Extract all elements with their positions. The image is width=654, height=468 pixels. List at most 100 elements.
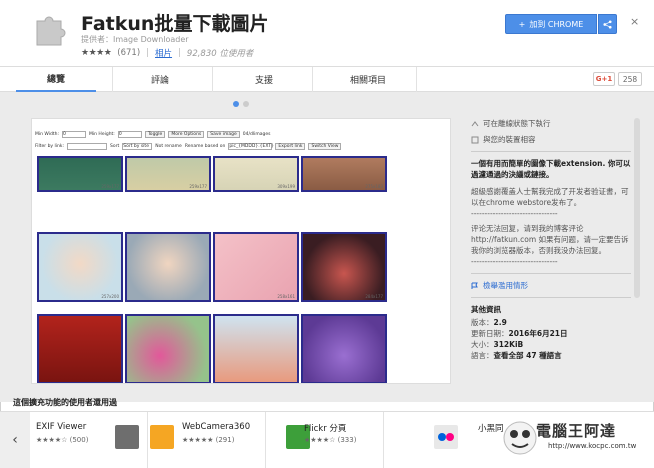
toolbar-field: pic_{MDDD}.{EXT} bbox=[228, 142, 274, 150]
image-thumb: 259x177 bbox=[37, 156, 123, 192]
toolbar-text: Min Width: bbox=[35, 131, 60, 137]
toolbar-field: 0 bbox=[117, 130, 142, 138]
watermark-text: 電腦王阿達 bbox=[536, 422, 617, 440]
toolbar-text: Filter by link: bbox=[35, 143, 64, 149]
updated-row: 更新日期：2016年6月21日 bbox=[471, 329, 568, 338]
related-rating: ★★★★★ (291) bbox=[182, 436, 235, 444]
image-thumb bbox=[125, 314, 211, 383]
size-row: 大小：312KiB bbox=[471, 340, 524, 349]
additional-info-title: 其他資訊 bbox=[471, 305, 501, 314]
divider bbox=[471, 297, 631, 298]
info-sidebar: 可在離線狀態下執行 與您的裝置相容 一個有用而簡單的圖像下載extension.… bbox=[471, 118, 631, 402]
description-dashes: -------------------------------- bbox=[471, 209, 558, 218]
image-thumb: 284x177 bbox=[301, 232, 387, 302]
chevron-left-icon[interactable]: ‹ bbox=[0, 412, 30, 468]
related-name: EXIF Viewer bbox=[36, 422, 87, 432]
gplus-button[interactable]: G+1 bbox=[593, 72, 615, 86]
version-row: 版本：2.9 bbox=[471, 318, 507, 327]
toolbar-field: 0 bbox=[62, 130, 87, 138]
image-thumb bbox=[125, 232, 211, 302]
description-text: 超級感謝覆盖人士幫我完成了开发者验证書，可以在chrome webstore发布… bbox=[471, 187, 629, 207]
size-value: 312KiB bbox=[493, 340, 524, 349]
toolbar-text: Not rename bbox=[155, 143, 182, 149]
toolbar-button: Save image bbox=[207, 130, 240, 138]
puzzle-icon bbox=[36, 16, 66, 46]
meta-separator: | bbox=[178, 48, 181, 58]
language-row: 語言：查看全部 47 種語言 bbox=[471, 351, 562, 360]
related-card[interactable]: Flickr 分頁 ★★★★☆ (333) bbox=[266, 412, 384, 468]
add-to-chrome-button[interactable]: + 加到 CHROME bbox=[505, 14, 597, 34]
rating-count[interactable]: (671) bbox=[117, 48, 140, 58]
toolbar-text: 04/dlimages bbox=[242, 131, 271, 137]
image-thumb: 309x199 bbox=[213, 156, 299, 192]
language-link[interactable]: 查看全部 47 種語言 bbox=[494, 351, 562, 360]
description-text: 评论无法回复，请到我的博客评论 http://fatkun.com 如果有问题，… bbox=[471, 224, 629, 255]
updated-value: 2016年6月21日 bbox=[508, 329, 568, 338]
carousel-dot[interactable] bbox=[243, 101, 249, 107]
tab-reviews[interactable]: 評論 bbox=[120, 67, 200, 92]
divider bbox=[471, 273, 631, 274]
tab-overview[interactable]: 總覽 bbox=[16, 67, 96, 92]
image-thumb bbox=[301, 314, 387, 383]
offline-row: 可在離線狀態下執行 bbox=[471, 118, 631, 129]
rating-stars: ★★★★ bbox=[81, 48, 112, 58]
related-name: Flickr 分頁 bbox=[304, 424, 347, 434]
screenshot-image[interactable]: Min Width: 0 Min Height: 0 Toggle More O… bbox=[31, 118, 451, 384]
webcam-icon bbox=[150, 425, 174, 449]
offline-label: 可在離線狀態下執行 bbox=[483, 119, 551, 128]
tab-divider bbox=[112, 67, 113, 92]
tab-support[interactable]: 支援 bbox=[224, 67, 304, 92]
related-card[interactable]: WebCamera360 ★★★★★ (291) bbox=[148, 412, 266, 468]
carousel-dots bbox=[233, 101, 249, 107]
provider-text: 提供者：Image Downloader bbox=[81, 35, 189, 44]
related-card[interactable]: EXIF Viewer ★★★★☆ (500) bbox=[30, 412, 148, 468]
tab-divider bbox=[416, 67, 417, 92]
related-rating: ★★★★☆ (333) bbox=[304, 436, 357, 444]
screenshot-toolbar: Min Width: 0 Min Height: 0 Toggle More O… bbox=[32, 129, 450, 139]
category-link[interactable]: 相片 bbox=[155, 47, 172, 59]
toolbar-text: Sort bbox=[110, 143, 120, 149]
related-rating: ★★★★☆ (500) bbox=[36, 436, 89, 444]
related-card[interactable]: 小黑同 bbox=[384, 412, 504, 468]
compat-row: 與您的裝置相容 bbox=[471, 134, 631, 145]
version-value: 2.9 bbox=[493, 318, 507, 327]
tab-bar: 總覽 評論 支援 相關項目 G+1 258 bbox=[0, 66, 654, 92]
plus-icon: + bbox=[518, 19, 526, 29]
offline-icon bbox=[471, 120, 479, 126]
image-thumb: 257x200 bbox=[37, 232, 123, 302]
toolbar-field bbox=[67, 142, 107, 150]
sidebar-scrollbar[interactable] bbox=[634, 118, 640, 298]
toolbar-text: Min Height: bbox=[89, 131, 115, 137]
carousel-dot-active[interactable] bbox=[233, 101, 239, 107]
screenshot-toolbar: Filter by link: Sort Sort by site Not re… bbox=[32, 141, 450, 151]
description-dashes: -------------------------------- bbox=[471, 257, 558, 266]
extension-title: Fatkun批量下載圖片 bbox=[81, 13, 269, 35]
image-grid: 259x177 259x177 309x199 275x183 257x200 … bbox=[37, 156, 387, 383]
related-section-title: 這個擴充功能的使用者還用過 bbox=[13, 398, 117, 407]
image-thumb: 275x183 bbox=[301, 156, 387, 192]
tab-related[interactable]: 相關項目 bbox=[328, 67, 408, 92]
image-thumb: 258x161 bbox=[213, 232, 299, 302]
extension-header: Fatkun批量下載圖片 提供者：Image Downloader ★★★★ (… bbox=[0, 0, 654, 66]
toolbar-button: Export link bbox=[275, 142, 306, 150]
toolbar-button: More Options bbox=[168, 130, 205, 138]
report-abuse-label: 檢舉濫用情形 bbox=[483, 281, 528, 290]
exif-icon bbox=[115, 425, 139, 449]
toolbar-button: Toggle bbox=[144, 130, 166, 138]
image-thumb: 259x177 bbox=[125, 156, 211, 192]
image-thumb bbox=[213, 314, 299, 383]
close-icon[interactable]: × bbox=[630, 15, 639, 28]
tab-divider bbox=[212, 67, 213, 92]
divider bbox=[471, 151, 631, 152]
toolbar-field: Sort by site bbox=[122, 142, 153, 150]
related-name: WebCamera360 bbox=[182, 422, 251, 432]
meta-separator: | bbox=[146, 48, 150, 58]
share-icon bbox=[603, 19, 612, 29]
tab-divider bbox=[312, 67, 313, 92]
share-button[interactable] bbox=[598, 14, 617, 34]
meta-row: ★★★★ (671) | 相片 | 92,830 位使用者 bbox=[81, 47, 253, 59]
compat-label: 與您的裝置相容 bbox=[483, 135, 536, 144]
add-to-chrome-label: 加到 CHROME bbox=[529, 19, 584, 29]
watermark-url: http://www.kocpc.com.tw bbox=[548, 442, 637, 450]
report-abuse-link[interactable]: 檢舉濫用情形 bbox=[471, 280, 631, 291]
